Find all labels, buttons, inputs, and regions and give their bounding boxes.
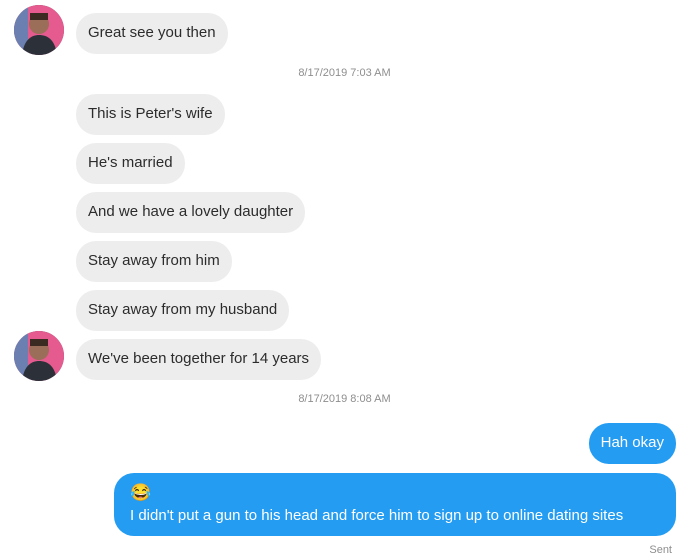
message-text: We've been together for 14 years — [88, 350, 310, 367]
message-text: And we have a lovely daughter — [88, 203, 294, 220]
incoming-message[interactable]: He's married — [76, 143, 185, 184]
delivery-status: Sent — [649, 544, 672, 556]
incoming-message[interactable]: Stay away from my husband — [76, 290, 290, 331]
incoming-message[interactable]: We've been together for 14 years — [76, 339, 322, 380]
message-text: Great see you then — [88, 24, 216, 41]
incoming-message[interactable]: And we have a lovely daughter — [76, 192, 306, 233]
message-text: Stay away from my husband — [88, 301, 278, 318]
timestamp: 8/17/2019 7:03 AM — [298, 67, 391, 79]
message-text: Hah okay — [600, 434, 664, 451]
contact-avatar[interactable] — [14, 331, 64, 381]
contact-avatar[interactable] — [14, 5, 64, 55]
laughing-emoji-icon: 😂 — [130, 483, 152, 502]
chat-thread: Great see you then 8/17/2019 7:03 AM Thi… — [0, 0, 689, 559]
message-text: Stay away from him — [88, 252, 220, 269]
avatar-photo — [14, 5, 64, 55]
outgoing-message[interactable]: Hah okay — [588, 423, 676, 464]
incoming-message[interactable]: Great see you then — [76, 13, 228, 54]
avatar-photo — [14, 331, 64, 381]
message-text: This is Peter's wife — [88, 105, 213, 122]
timestamp: 8/17/2019 8:08 AM — [298, 393, 391, 405]
incoming-message[interactable]: This is Peter's wife — [76, 94, 225, 135]
outgoing-message[interactable]: 😂 I didn't put a gun to his head and for… — [114, 473, 676, 536]
message-text: He's married — [88, 154, 173, 171]
message-text: I didn't put a gun to his head and force… — [130, 507, 624, 524]
incoming-message[interactable]: Stay away from him — [76, 241, 232, 282]
